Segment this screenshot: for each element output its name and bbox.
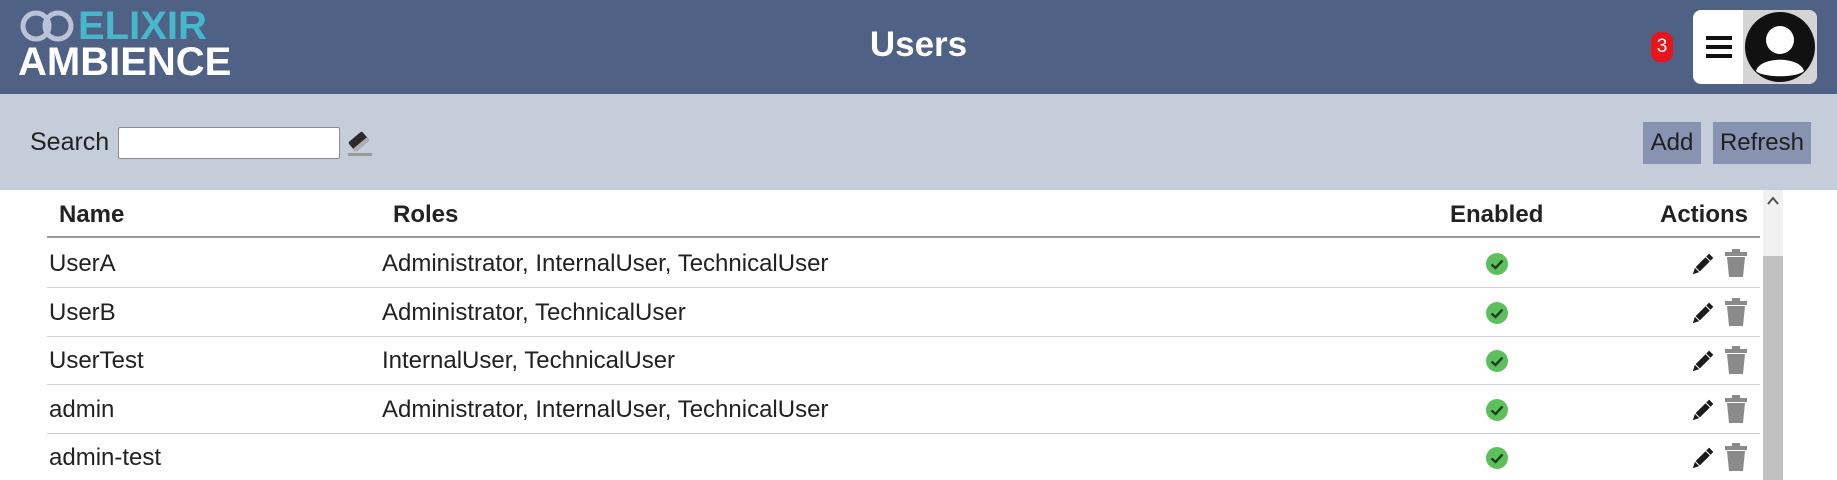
add-button[interactable]: Add xyxy=(1643,122,1701,164)
user-name-cell: admin xyxy=(49,395,115,423)
user-menu xyxy=(1693,10,1817,84)
check-circle-icon xyxy=(1486,253,1508,275)
table-row[interactable]: admin-test xyxy=(47,434,1760,480)
avatar[interactable] xyxy=(1743,10,1817,84)
menu-button[interactable] xyxy=(1693,10,1745,84)
column-header-roles[interactable]: Roles xyxy=(393,200,458,230)
table-row[interactable]: UserB Administrator, TechnicalUser xyxy=(47,289,1760,337)
vertical-scrollbar[interactable] xyxy=(1763,190,1783,480)
page-title: Users xyxy=(869,25,968,64)
scrollbar-thumb[interactable] xyxy=(1763,256,1783,480)
pencil-icon[interactable] xyxy=(1689,398,1715,424)
pencil-icon[interactable] xyxy=(1689,446,1715,472)
table-row[interactable]: admin Administrator, InternalUser, Techn… xyxy=(47,386,1760,434)
user-roles-cell: InternalUser, TechnicalUser xyxy=(382,347,676,374)
pencil-icon[interactable] xyxy=(1689,349,1715,375)
column-header-name[interactable]: Name xyxy=(59,200,124,230)
trash-icon[interactable] xyxy=(1724,394,1748,423)
table-row[interactable]: UserTest InternalUser, TechnicalUser xyxy=(47,337,1760,385)
hamburger-menu-icon xyxy=(1706,36,1732,58)
pencil-icon[interactable] xyxy=(1689,252,1715,278)
trash-icon[interactable] xyxy=(1724,249,1748,277)
pencil-icon[interactable] xyxy=(1689,301,1715,327)
user-name-cell: UserTest xyxy=(49,347,144,374)
user-roles-cell: Administrator, TechnicalUser xyxy=(382,298,686,326)
trash-icon[interactable] xyxy=(1724,297,1748,326)
app-header: ELIXIR AMBIENCE Users 3 xyxy=(0,0,1837,94)
check-circle-icon xyxy=(1486,301,1508,324)
user-name-cell: UserA xyxy=(49,250,116,277)
check-circle-icon xyxy=(1486,350,1508,372)
scroll-up-arrow-icon[interactable] xyxy=(1763,190,1783,212)
users-table: Name Roles Enabled Actions UserA Adminis… xyxy=(0,190,1837,480)
user-avatar-icon xyxy=(1745,12,1815,82)
user-name-cell: UserB xyxy=(49,298,116,326)
table-header: Name Roles Enabled Actions xyxy=(47,190,1760,238)
column-header-actions: Actions xyxy=(1660,201,1749,228)
user-name-cell: admin-test xyxy=(49,444,162,471)
user-roles-cell: Administrator, InternalUser, TechnicalUs… xyxy=(382,250,829,277)
column-header-enabled[interactable]: Enabled xyxy=(1450,200,1543,230)
toolbar: Search Add Refresh xyxy=(0,94,1837,190)
search-input[interactable] xyxy=(118,127,340,159)
search-label: Search xyxy=(30,128,110,156)
user-roles-cell: Administrator, InternalUser, TechnicalUs… xyxy=(382,395,829,423)
check-circle-icon xyxy=(1486,398,1508,421)
table-row[interactable]: UserA Administrator, InternalUser, Techn… xyxy=(47,240,1760,288)
check-circle-icon xyxy=(1486,447,1508,469)
trash-icon[interactable] xyxy=(1724,346,1748,374)
refresh-button[interactable]: Refresh xyxy=(1713,122,1811,164)
notification-badge[interactable]: 3 xyxy=(1651,32,1673,62)
trash-icon[interactable] xyxy=(1724,443,1748,471)
eraser-icon[interactable] xyxy=(346,128,374,158)
